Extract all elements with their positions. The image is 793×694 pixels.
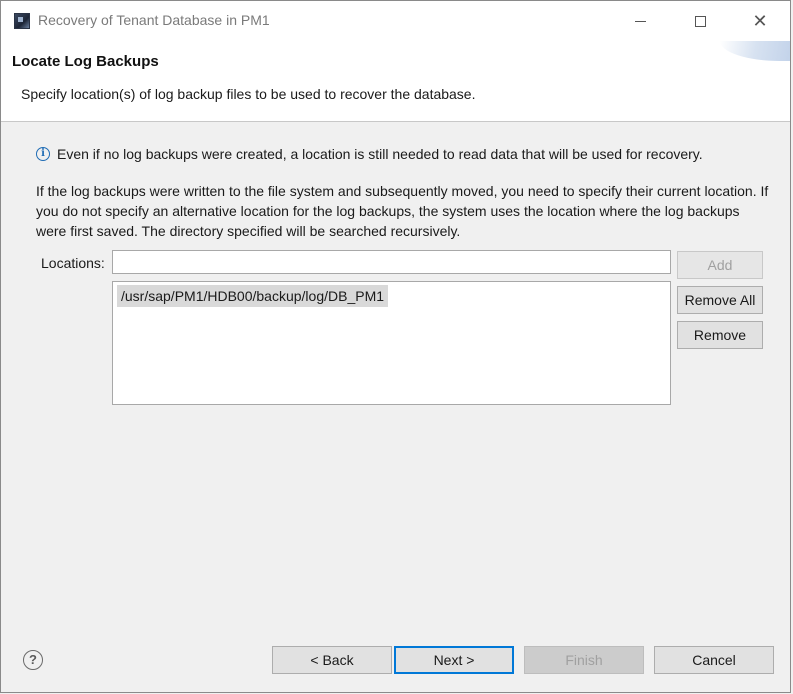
window-title: Recovery of Tenant Database in PM1 (38, 12, 270, 28)
page-title: Locate Log Backups (12, 53, 159, 70)
info-text: Even if no log backups were created, a l… (57, 146, 703, 162)
add-button[interactable]: Add (677, 251, 763, 279)
remove-button[interactable]: Remove (677, 321, 763, 349)
page-description: Specify location(s) of log backup files … (21, 86, 476, 102)
locations-list[interactable]: /usr/sap/PM1/HDB00/backup/log/DB_PM1 (112, 281, 671, 405)
next-button[interactable]: Next > (394, 646, 514, 674)
close-button[interactable]: ✕ (737, 1, 783, 41)
sap-hana-studio-icon (14, 13, 30, 29)
cancel-button[interactable]: Cancel (654, 646, 774, 674)
info-message: i Even if no log backups were created, a… (36, 146, 703, 162)
header-banner-decoration (720, 41, 790, 61)
maximize-button[interactable] (677, 1, 723, 41)
list-item[interactable]: /usr/sap/PM1/HDB00/backup/log/DB_PM1 (117, 285, 389, 307)
remove-all-button[interactable]: Remove All (677, 286, 763, 314)
finish-button[interactable]: Finish (524, 646, 644, 674)
close-icon: ✕ (752, 11, 768, 31)
minimize-icon (634, 20, 646, 22)
back-button[interactable]: < Back (272, 646, 392, 674)
help-icon[interactable]: ? (23, 650, 43, 670)
maximize-icon (694, 15, 706, 27)
title-bar[interactable]: Recovery of Tenant Database in PM1 ✕ (1, 1, 790, 41)
wizard-header: Locate Log Backups Specify location(s) o… (1, 41, 790, 122)
minimize-button[interactable] (617, 1, 663, 41)
recovery-dialog: Recovery of Tenant Database in PM1 ✕ Loc… (0, 0, 791, 693)
locations-input[interactable] (112, 250, 671, 274)
locations-label: Locations: (41, 255, 105, 271)
info-icon: i (36, 147, 50, 161)
instructions-text: If the log backups were written to the f… (36, 183, 769, 239)
